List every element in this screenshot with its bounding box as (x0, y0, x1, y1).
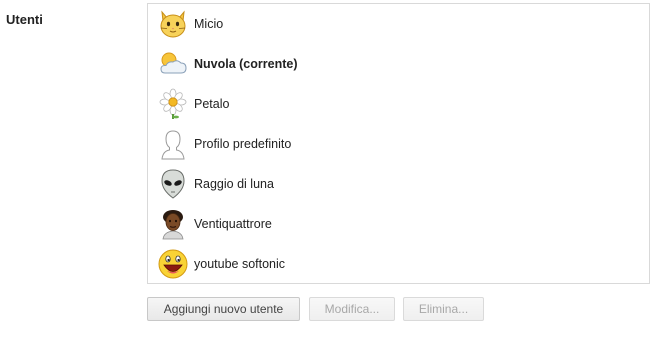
default-silhouette-icon (156, 127, 190, 161)
user-list[interactable]: Micio Nuvola (corrente) Petalo Profilo p… (147, 3, 650, 284)
user-name: Petalo (194, 97, 230, 111)
user-item-nuvola[interactable]: Nuvola (corrente) (148, 44, 649, 84)
user-name: Raggio di luna (194, 177, 274, 191)
user-name: youtube softonic (194, 257, 286, 271)
user-item-profilo-predefinito[interactable]: Profilo predefinito (148, 124, 649, 164)
edit-button[interactable]: Modifica... (309, 297, 395, 321)
alien-icon (156, 167, 190, 201)
add-user-button[interactable]: Aggiungi nuovo utente (147, 297, 300, 321)
users-section-label: Utenti (6, 12, 43, 27)
cat-icon (156, 7, 190, 41)
user-name: Nuvola (corrente) (194, 57, 298, 71)
user-item-raggio-di-luna[interactable]: Raggio di luna (148, 164, 649, 204)
user-name: Micio (194, 17, 224, 31)
daisy-flower-icon (156, 87, 190, 121)
delete-button[interactable]: Elimina... (403, 297, 484, 321)
person-afro-icon (156, 207, 190, 241)
smiley-face-icon (156, 247, 190, 281)
user-name: Profilo predefinito (194, 137, 292, 151)
user-item-ventiquattrore[interactable]: Ventiquattrore (148, 204, 649, 244)
user-item-micio[interactable]: Micio (148, 4, 649, 44)
user-name: Ventiquattrore (194, 217, 272, 231)
sun-cloud-icon (156, 47, 190, 81)
user-item-petalo[interactable]: Petalo (148, 84, 649, 124)
user-item-youtube-softonic[interactable]: youtube softonic (148, 244, 649, 283)
